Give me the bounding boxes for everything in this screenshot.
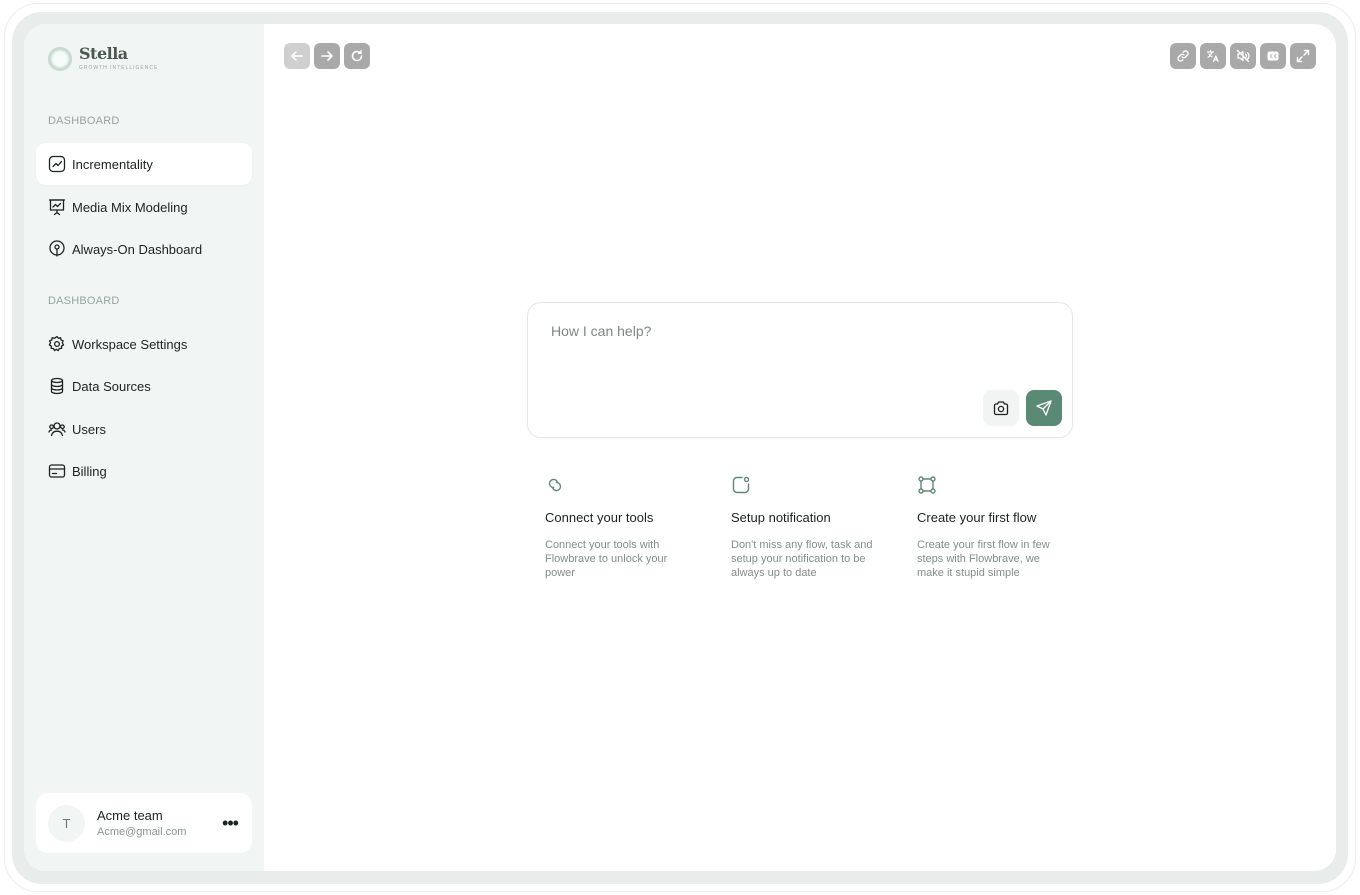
link-chain-icon	[548, 478, 562, 492]
feature-create-first-flow[interactable]: Create your first flow Create your first…	[917, 475, 1067, 580]
prompt-box	[527, 302, 1073, 438]
sidebar-item-media-mix-modeling[interactable]: Media Mix Modeling	[36, 186, 252, 228]
send-button[interactable]	[1026, 390, 1062, 426]
sidebar-item-always-on-dashboard[interactable]: Always-On Dashboard	[36, 228, 252, 270]
database-icon	[48, 377, 66, 395]
forward-button[interactable]	[314, 43, 340, 69]
translate-button[interactable]	[1200, 43, 1226, 69]
feature-description: Create your first flow in few steps with…	[917, 539, 1050, 579]
captions-button[interactable]	[1260, 43, 1286, 69]
avatar: T	[48, 804, 85, 842]
notification-icon	[732, 476, 750, 494]
sidebar-item-label: Incrementality	[72, 156, 153, 172]
logo-mark-icon	[48, 46, 72, 71]
send-icon	[1036, 400, 1052, 416]
users-icon	[48, 420, 66, 438]
presentation-chart-icon	[48, 198, 66, 216]
camera-icon	[993, 401, 1009, 416]
brand-logo[interactable]: Stella GROWTH INTELLIGENCE	[48, 46, 158, 71]
fullscreen-button[interactable]	[1290, 43, 1316, 69]
mute-button[interactable]	[1230, 43, 1256, 69]
brand-name: Stella	[79, 44, 128, 63]
feature-connect-tools[interactable]: Connect your tools Connect your tools wi…	[545, 475, 695, 580]
feature-title: Connect your tools	[545, 510, 654, 525]
credit-card-icon	[48, 462, 66, 480]
user-name: Acme team	[97, 808, 163, 823]
section-label-dashboard: DASHBOARD	[48, 115, 120, 127]
sidebar-item-users[interactable]: Users	[36, 408, 252, 450]
user-card[interactable]: T Acme team Acme@gmail.com •••	[36, 793, 252, 853]
sidebar-item-data-sources[interactable]: Data Sources	[36, 365, 252, 407]
captions-icon	[1267, 51, 1279, 61]
reload-button[interactable]	[344, 43, 370, 69]
back-arrow-icon	[291, 51, 303, 61]
mute-icon	[1236, 49, 1250, 63]
sidebar: Stella GROWTH INTELLIGENCE DASHBOARD Inc…	[24, 24, 264, 871]
main-content: Connect your tools Connect your tools wi…	[264, 24, 1336, 871]
camera-button[interactable]	[983, 390, 1019, 426]
feature-title: Setup notification	[731, 510, 831, 525]
sidebar-item-label: Billing	[72, 463, 107, 479]
sidebar-item-billing[interactable]: Billing	[36, 450, 252, 492]
translate-icon	[1206, 49, 1219, 63]
feature-description: Don't miss any flow, task and setup your…	[731, 539, 873, 579]
sidebar-item-workspace-settings[interactable]: Workspace Settings	[36, 323, 252, 365]
sidebar-item-label: Workspace Settings	[72, 336, 188, 352]
sidebar-item-incrementality[interactable]: Incrementality	[36, 143, 252, 185]
app-screen: Stella GROWTH INTELLIGENCE DASHBOARD Inc…	[24, 24, 1336, 871]
reload-icon	[351, 50, 363, 62]
prompt-input[interactable]	[551, 323, 1031, 339]
feature-setup-notification[interactable]: Setup notification Don't miss any flow, …	[731, 475, 881, 580]
trend-chart-icon	[48, 155, 66, 173]
sidebar-item-label: Data Sources	[72, 378, 151, 394]
gear-icon	[48, 335, 66, 353]
feature-title: Create your first flow	[917, 510, 1037, 525]
more-options-button[interactable]: •••	[220, 813, 240, 833]
sidebar-item-label: Always-On Dashboard	[72, 241, 203, 257]
sidebar-item-label: Media Mix Modeling	[72, 199, 188, 215]
forward-arrow-icon	[321, 51, 333, 61]
fullscreen-icon	[1296, 49, 1310, 63]
brand-tagline: GROWTH INTELLIGENCE	[79, 65, 159, 71]
copy-link-button[interactable]	[1170, 43, 1196, 69]
back-button[interactable]	[284, 43, 310, 69]
user-email: Acme@gmail.com	[97, 826, 187, 838]
feature-description: Connect your tools with Flowbrave to unl…	[545, 539, 668, 579]
link-icon	[1177, 50, 1189, 62]
section-label-settings: DASHBOARD	[48, 295, 120, 307]
location-pin-icon	[48, 240, 66, 258]
device-frame: Stella GROWTH INTELLIGENCE DASHBOARD Inc…	[0, 0, 1360, 895]
flow-nodes-icon	[918, 476, 936, 494]
sidebar-item-label: Users	[72, 421, 106, 437]
